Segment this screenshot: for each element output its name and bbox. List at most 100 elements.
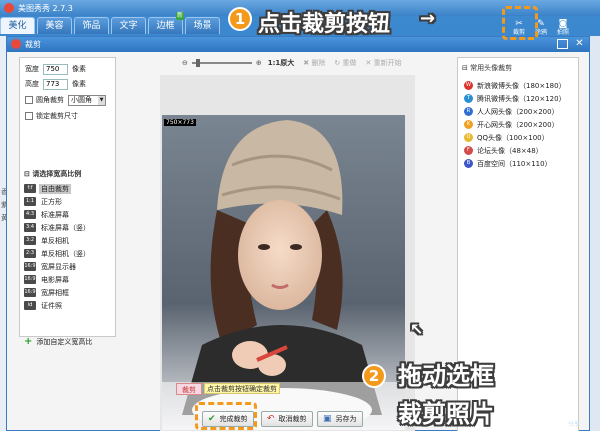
ratio-item-4-3[interactable]: 4:3 标准屏幕 <box>24 208 114 221</box>
app-logo-icon <box>4 3 14 13</box>
ratio-icon: 16:9 <box>24 262 36 271</box>
ratio-icon: 16:9 <box>24 288 36 297</box>
step2-text-line2: 裁剪照片 <box>398 400 494 428</box>
step1-arrow: → <box>420 8 436 29</box>
width-unit: 像素 <box>72 65 86 73</box>
dialog-logo-icon <box>11 39 21 49</box>
tab-frame[interactable]: 边框新 <box>148 12 184 34</box>
tab-scene[interactable]: 场景 <box>185 17 220 34</box>
ratio-item-3-4[interactable]: 3:4 标准屏幕（竖） <box>24 221 114 234</box>
tab-accessories[interactable]: 饰品 <box>74 17 109 34</box>
save-icon: ▣ <box>323 414 332 424</box>
height-unit: 像素 <box>72 80 86 88</box>
ratio-list: f:f 自由裁剪 1:1 正方形 4:3 标准屏幕 3:4 标准屏幕（竖） 3:2 单反相… <box>24 182 114 312</box>
zoom-out-icon[interactable]: ⊖ <box>182 59 188 67</box>
rounded-checkbox[interactable] <box>25 96 33 104</box>
preset-renren[interactable]: R 人人网头像（200×200） <box>464 105 576 118</box>
delete-button[interactable]: ✖ 删除 <box>303 58 325 68</box>
width-row: 宽度 像素 <box>25 63 86 75</box>
ratio-header: ⊟ 请选择宽高比例 <box>24 170 82 178</box>
app-title: 美图秀秀 2.7.3 <box>18 4 73 13</box>
preset-kaixin[interactable]: K 开心网头像（200×200） <box>464 118 576 131</box>
chevron-down-icon: ▼ <box>98 95 105 105</box>
weibo-icon: W <box>464 81 473 90</box>
rounded-row: 圆角裁剪 小圆角 ▼ <box>25 94 106 106</box>
ratio-item-square[interactable]: 1:1 正方形 <box>24 195 114 208</box>
crop-highlight-box <box>502 6 538 40</box>
ratio-item-id-photo[interactable]: id 证件照 <box>24 299 114 312</box>
ratio-item-3-2[interactable]: 3:2 单反相机 <box>24 234 114 247</box>
crop-tag-button[interactable]: 裁剪 <box>176 383 202 395</box>
ratio-item-free[interactable]: f:f 自由裁剪 <box>24 182 114 195</box>
lock-checkbox[interactable] <box>25 112 33 120</box>
preset-header: ⊟ 常用头像裁剪 <box>462 64 513 72</box>
tab-beauty[interactable]: 美容 <box>37 17 72 34</box>
ratio-item-wide-frame[interactable]: 16:9 宽屏相框 <box>24 286 114 299</box>
ratio-icon: 3:4 <box>24 223 36 232</box>
forum-icon: F <box>464 146 473 155</box>
tencent-icon: T <box>464 94 473 103</box>
zoom-slider-thumb[interactable] <box>195 59 200 67</box>
collapse-icon[interactable]: ⊟ <box>462 64 470 72</box>
ratio-item-movie[interactable]: 16:9 电影屏幕 <box>24 273 114 286</box>
qq-icon: Q <box>464 133 473 142</box>
zoom-in-icon[interactable]: ⊕ <box>256 59 262 67</box>
height-label: 高度 <box>25 80 39 88</box>
crop-hint-tooltip: 点击裁剪按钮确定裁剪 <box>204 383 280 394</box>
preset-forum[interactable]: F 论坛头像（48×48） <box>464 144 576 157</box>
maximize-icon[interactable] <box>557 39 568 49</box>
camera-icon: ◙ <box>558 19 568 29</box>
close-icon[interactable]: ✕ <box>573 37 586 51</box>
preset-sina-weibo[interactable]: W 新浪微博头像（180×180） <box>464 79 576 92</box>
ratio-icon: 16:9 <box>24 275 36 284</box>
step1-text: 点击裁剪按钮 <box>258 12 391 37</box>
actual-size-button[interactable]: 1:1原大 <box>268 58 295 68</box>
new-badge: 新 <box>175 12 184 20</box>
redo-button[interactable]: ↻ 重做 <box>334 58 356 68</box>
step2-badge: 2 <box>362 364 386 388</box>
plus-icon: + <box>24 336 33 347</box>
cancel-icon: ↶ <box>267 414 275 424</box>
baidu-paw-icon: B <box>464 159 473 168</box>
crop-size-label: 750×773 <box>164 119 196 126</box>
lock-label: 锁定裁剪尺寸 <box>36 112 78 120</box>
height-input[interactable] <box>43 78 68 90</box>
ratio-item-2-3[interactable]: 2:3 单反相机（竖） <box>24 247 114 260</box>
ratio-item-widescreen[interactable]: 16:9 宽屏显示器 <box>24 260 114 273</box>
lock-row: 锁定裁剪尺寸 <box>25 110 78 122</box>
zoom-slider[interactable] <box>191 59 252 67</box>
crop-settings-panel: 宽度 像素 高度 像素 圆角裁剪 小圆角 ▼ 锁定裁剪尺寸 ⊟ 请选择宽高比例 … <box>19 57 116 347</box>
crop-dialog: 裁剪 ✕ 宽度 像素 高度 像素 圆角裁剪 小圆角 ▼ 锁定裁剪尺寸 <box>6 36 590 431</box>
add-custom-ratio-button[interactable]: + 添加自定义宽高比 <box>24 336 92 347</box>
app-right-strip <box>590 36 600 431</box>
tab-beautify[interactable]: 美化 <box>0 17 35 34</box>
cancel-crop-button[interactable]: ↶ 取消裁剪 <box>261 411 313 427</box>
ratio-icon: 1:1 <box>24 197 36 206</box>
drag-arrow: ↖ <box>410 320 424 339</box>
tab-text[interactable]: 文字 <box>111 17 146 34</box>
kaixin-icon: K <box>464 120 473 129</box>
share-label: 分享 <box>568 421 581 428</box>
id-photo-icon: id <box>24 301 36 310</box>
save-as-button[interactable]: ▣ 另存为 <box>317 411 363 427</box>
preset-baidu[interactable]: B 百度空间（110×110） <box>464 157 576 170</box>
preset-qq[interactable]: Q QQ头像（100×100） <box>464 131 576 144</box>
reset-button[interactable]: ✕ 重新开始 <box>365 58 401 68</box>
width-label: 宽度 <box>25 65 39 73</box>
width-input[interactable] <box>43 63 68 75</box>
dialog-title: 裁剪 <box>25 40 41 49</box>
step2-text-line1: 拖动选框 <box>398 362 494 390</box>
rounded-label: 圆角裁剪 <box>36 96 64 104</box>
dialog-titlebar: 裁剪 ✕ <box>7 37 589 52</box>
ratio-icon: 4:3 <box>24 210 36 219</box>
preset-list: W 新浪微博头像（180×180） T 腾讯微博头像（120×120） R 人人网头像… <box>464 79 576 170</box>
preset-tencent-weibo[interactable]: T 腾讯微博头像（120×120） <box>464 92 576 105</box>
step1-badge: 1 <box>228 7 252 31</box>
main-tabs: 美化 美容 饰品 文字 边框新 场景 <box>0 12 300 35</box>
ratio-icon: f:f <box>24 184 36 193</box>
confirm-highlight-box <box>195 402 257 430</box>
ratio-icon: 3:2 <box>24 236 36 245</box>
renren-icon: R <box>464 107 473 116</box>
ratio-icon: 2:3 <box>24 249 36 258</box>
rounded-select[interactable]: 小圆角 ▼ <box>68 94 106 106</box>
